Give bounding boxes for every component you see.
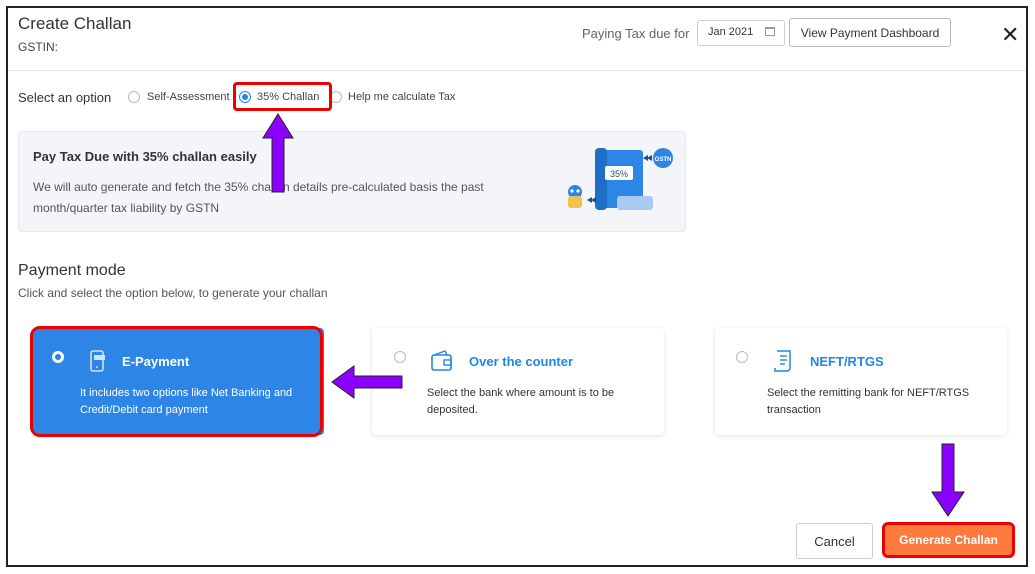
annotation-arrow-down: [931, 443, 965, 517]
period-value: Jan 2021: [708, 26, 754, 38]
calendar-icon: [765, 27, 775, 36]
payment-mode-subtitle: Click and select the option below, to ge…: [18, 286, 328, 300]
card-neft-rtgs-title: NEFT/RTGS: [810, 354, 884, 369]
card-over-the-counter-radio[interactable]: [394, 351, 406, 363]
card-over-the-counter-title: Over the counter: [469, 354, 574, 369]
annotation-arrow-left: [331, 365, 403, 399]
card-over-the-counter-description: Select the bank where amount is to be de…: [427, 387, 615, 416]
view-payment-dashboard-button[interactable]: View Payment Dashboard: [789, 18, 951, 47]
create-challan-dialog: Create Challan GSTIN: Paying Tax due for…: [6, 6, 1028, 567]
card-neft-rtgs-radio[interactable]: [736, 351, 748, 363]
info-title: Pay Tax Due with 35% challan easily: [33, 149, 257, 164]
close-icon[interactable]: ✕: [1001, 24, 1019, 46]
document-icon: [774, 350, 791, 372]
annotation-arrow-up: [262, 113, 294, 193]
challan-illustration: 35% GSTN: [568, 148, 673, 210]
dialog-header: Create Challan GSTIN: Paying Tax due for…: [8, 8, 1026, 71]
info-box: Pay Tax Due with 35% challan easily We w…: [18, 131, 686, 232]
dialog-title: Create Challan: [18, 14, 132, 33]
card-over-the-counter[interactable]: Over the counter Select the bank where a…: [372, 328, 664, 435]
card-neft-rtgs-description: Select the remitting bank for NEFT/RTGS …: [767, 387, 970, 416]
highlight-35-challan: [233, 82, 332, 111]
generate-challan-button[interactable]: Generate Challan: [882, 522, 1015, 558]
illustration-logo: GSTN: [655, 157, 672, 163]
radio-self-assessment[interactable]: [128, 91, 140, 103]
option-help-calculate-label[interactable]: Help me calculate Tax: [348, 91, 455, 103]
card-neft-rtgs[interactable]: NEFT/RTGS Select the remitting bank for …: [715, 328, 1007, 435]
illustration-badge: 35%: [610, 169, 628, 179]
payment-mode-title: Payment mode: [18, 262, 126, 279]
period-picker[interactable]: Jan 2021: [697, 20, 785, 46]
select-option-label: Select an option: [18, 90, 112, 105]
paying-tax-label: Paying Tax due for: [582, 26, 690, 41]
highlight-e-payment: [30, 326, 323, 437]
gstin-label: GSTIN:: [18, 40, 59, 54]
cancel-button[interactable]: Cancel: [796, 523, 873, 559]
option-self-assessment-label[interactable]: Self-Assessment: [147, 91, 230, 103]
wallet-icon: [431, 350, 452, 371]
